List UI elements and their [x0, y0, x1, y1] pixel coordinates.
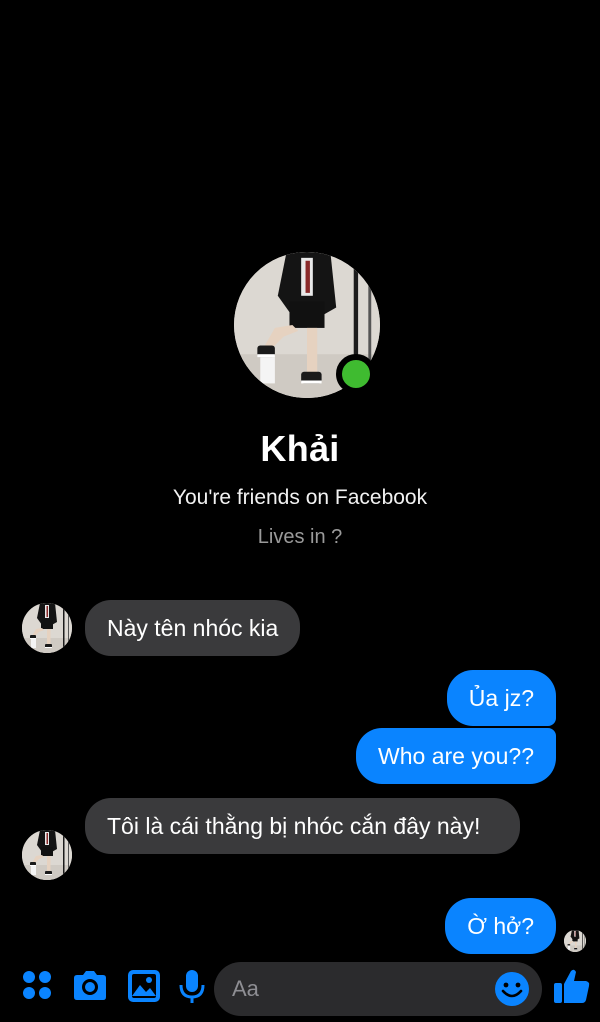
- message-text: Ờ hở?: [467, 913, 534, 939]
- message-text: Ủa jz?: [468, 685, 534, 711]
- message-composer[interactable]: [214, 962, 542, 1016]
- message-bubble-outgoing[interactable]: Ủa jz?: [446, 670, 556, 726]
- message-text: Tôi là cái thằng bị nhóc cắn đây này!: [107, 813, 481, 839]
- sender-avatar[interactable]: [22, 603, 72, 653]
- message-text: Who are you??: [378, 743, 534, 769]
- message-bubble-outgoing[interactable]: Who are you??: [356, 728, 556, 784]
- thumbs-up-icon[interactable]: [552, 966, 592, 1006]
- friendship-status: You're friends on Facebook: [172, 486, 428, 509]
- camera-icon[interactable]: [70, 966, 110, 1006]
- menu-grid-icon[interactable]: [18, 966, 58, 1006]
- seen-receipt-avatar: [564, 930, 586, 952]
- profile-name: Khải: [260, 428, 340, 469]
- emoji-icon[interactable]: [494, 971, 530, 1007]
- sender-avatar[interactable]: [22, 830, 72, 880]
- message-bubble-outgoing[interactable]: Ờ hở?: [445, 898, 556, 954]
- message-bubble-incoming[interactable]: Này tên nhóc kia: [85, 600, 301, 656]
- gallery-icon[interactable]: [124, 966, 164, 1006]
- message-input[interactable]: [232, 962, 492, 1016]
- message-text: Này tên nhóc kia: [107, 615, 279, 641]
- lives-in-text: Lives in ?: [257, 526, 343, 548]
- microphone-icon[interactable]: [172, 966, 212, 1006]
- online-status-dot: [336, 354, 376, 394]
- message-bubble-incoming[interactable]: Tôi là cái thằng bị nhóc cắn đây này!: [85, 798, 520, 854]
